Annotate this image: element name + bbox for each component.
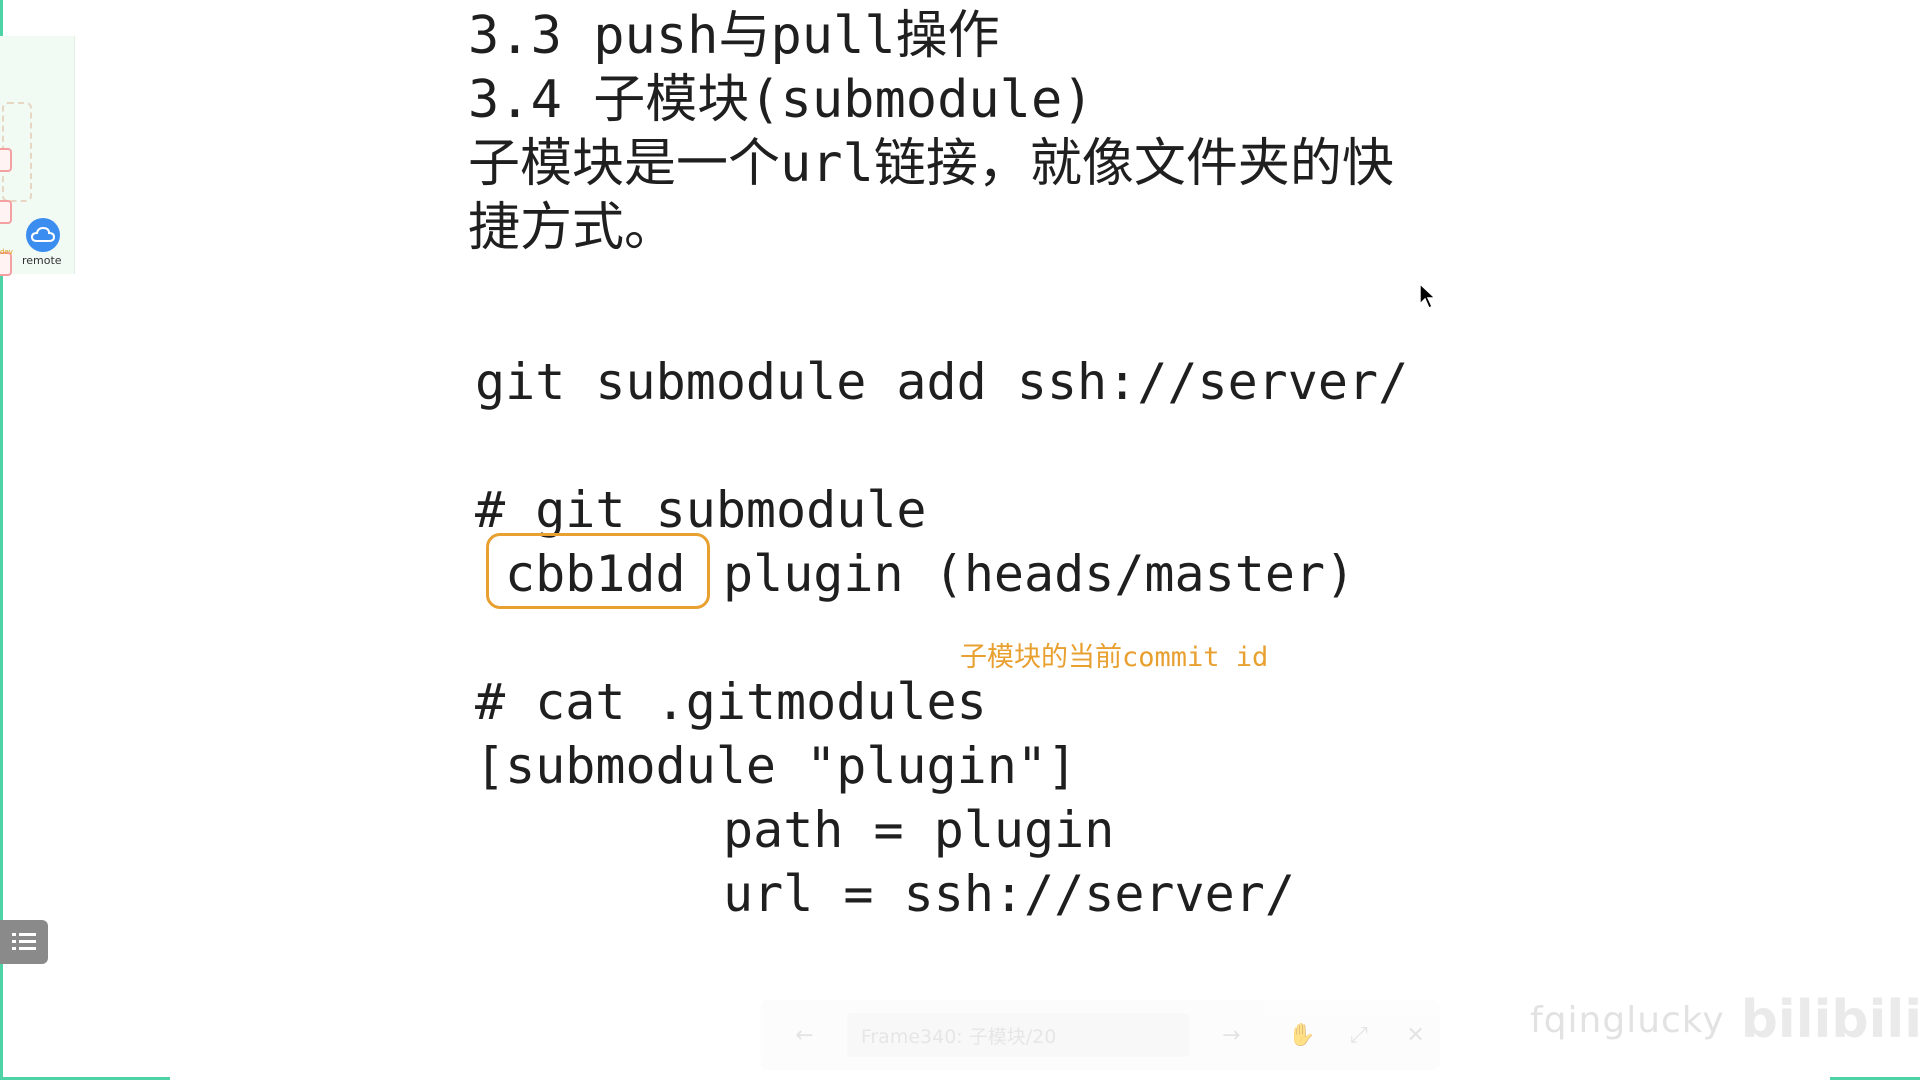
next-frame-button[interactable]: → xyxy=(1207,1010,1256,1060)
pan-tool-button[interactable]: ✋ xyxy=(1278,1010,1327,1060)
cloud-icon xyxy=(26,218,60,252)
code-cat-gitmodules: # cat .gitmodules xyxy=(475,673,987,731)
code-gitmodules-url: url = ssh://server/ xyxy=(723,865,1295,923)
heading-submodule: 3.4 子模块(submodule) xyxy=(468,70,1094,130)
arrow-right-icon: → xyxy=(1221,1022,1241,1048)
watermark-user: fqinglucky xyxy=(1530,999,1725,1041)
list-icon xyxy=(12,933,36,950)
presentation-canvas: remote dev 3.3 push与pull操作 3.4 子模块(submo… xyxy=(0,0,1920,1080)
code-gitmodules-section: [submodule "plugin"] xyxy=(475,737,1078,795)
minimap-node xyxy=(0,148,12,172)
exit-fullscreen-button[interactable]: ⤢ xyxy=(1334,1010,1383,1060)
code-submodule-add: git submodule add ssh://server/ xyxy=(475,353,1409,411)
submodule-description-line-2: 捷方式。 xyxy=(468,198,677,258)
code-gitmodules-path: path = plugin xyxy=(723,801,1115,859)
outline-toggle-button[interactable] xyxy=(0,920,48,964)
minimap-remote-label: remote xyxy=(22,254,62,267)
arrow-left-icon: ← xyxy=(795,1022,814,1048)
hand-icon: ✋ xyxy=(1288,1022,1316,1048)
frame-selector[interactable]: Frame340: 子模块/20 xyxy=(846,1013,1189,1057)
minimap-thumbnail[interactable]: remote dev xyxy=(0,36,75,276)
mouse-cursor-icon xyxy=(1419,282,1437,309)
close-presentation-button[interactable]: ✕ xyxy=(1391,1010,1440,1060)
watermark: fqinglucky bilibili xyxy=(1530,990,1920,1050)
commit-hash-highlight xyxy=(486,533,710,609)
bilibili-logo: bilibili xyxy=(1740,990,1920,1050)
close-icon: ✕ xyxy=(1406,1022,1425,1048)
code-submodule-status: plugin (heads/master) xyxy=(723,545,1356,603)
heading-push-pull: 3.3 push与pull操作 xyxy=(468,6,1000,66)
presentation-toolbar: ← Frame340: 子模块/20 → ✋ ⤢ ✕ xyxy=(760,1000,1440,1070)
commit-id-annotation: 子模块的当前commit id xyxy=(960,642,1269,673)
previous-frame-button[interactable]: ← xyxy=(780,1010,829,1060)
submodule-description-line-1: 子模块是一个url链接，就像文件夹的快 xyxy=(468,134,1394,194)
minimap-node xyxy=(0,200,12,224)
collapse-icon: ⤢ xyxy=(1350,1022,1368,1048)
minimap-dev-label: dev xyxy=(0,248,13,256)
